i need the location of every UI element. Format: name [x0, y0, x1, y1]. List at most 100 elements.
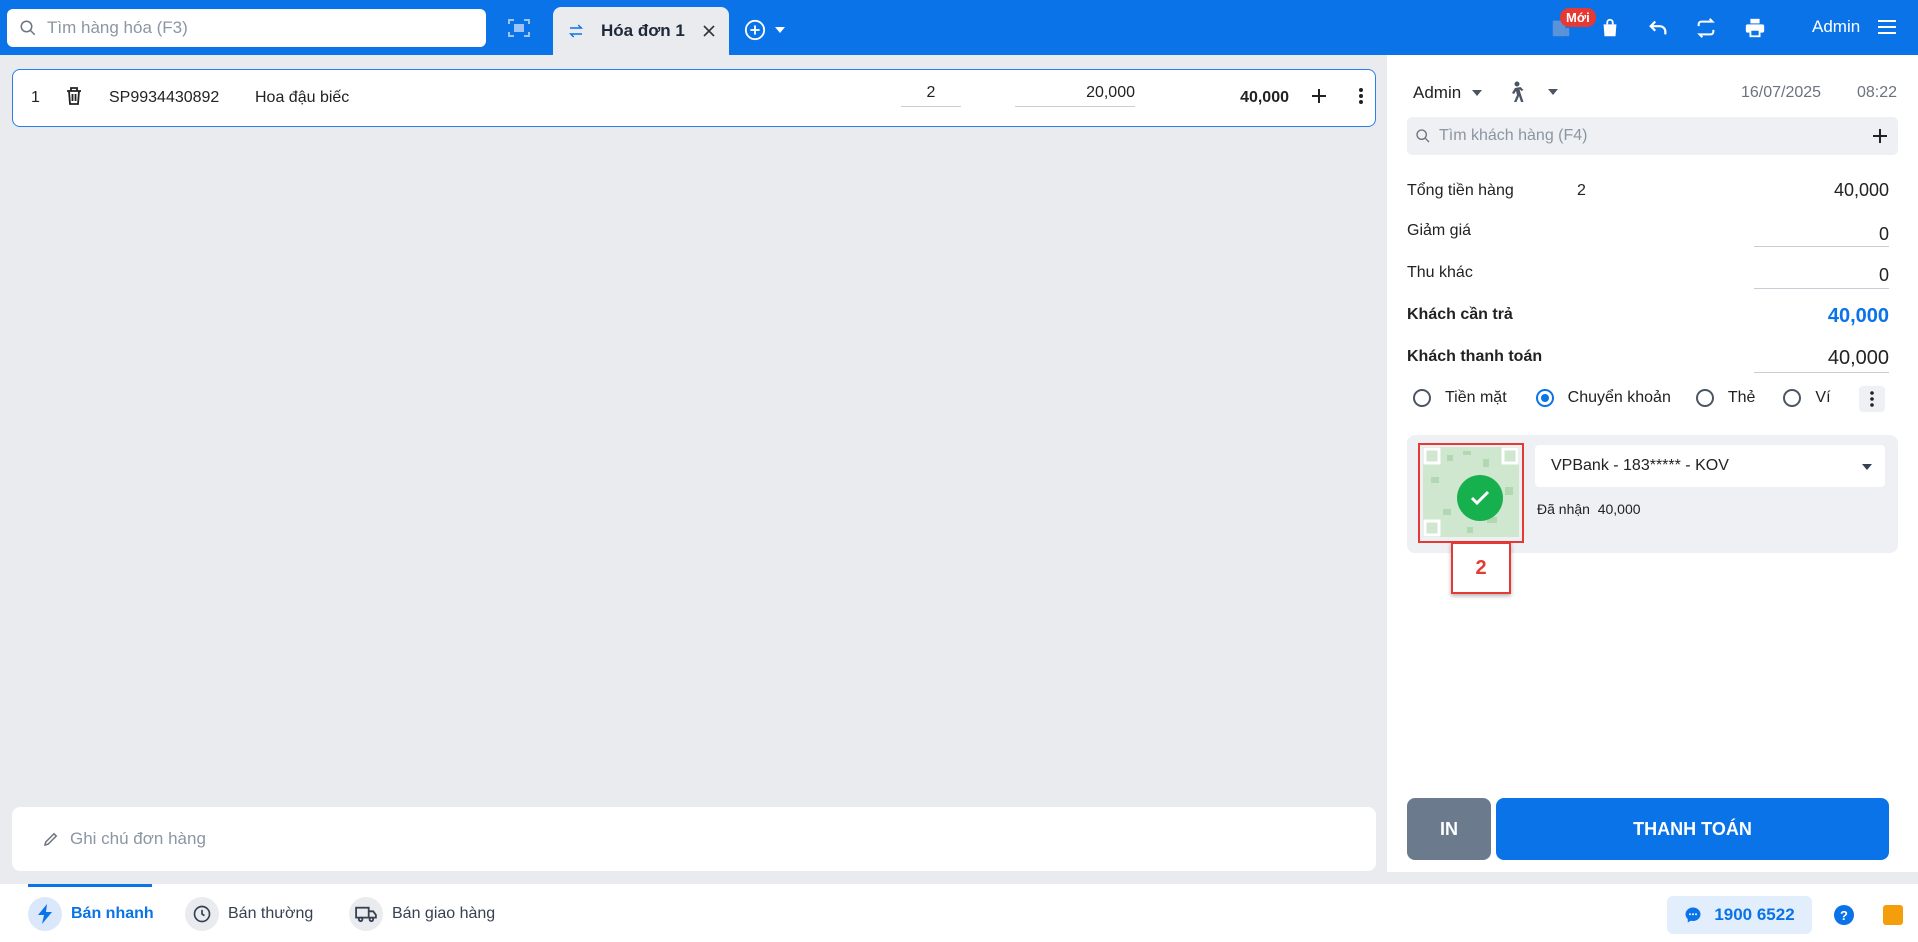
top-bar: Hóa đơn 1 Mới Admin	[0, 0, 1918, 55]
hamburger-icon	[1878, 20, 1896, 34]
received-value: 40,000	[1597, 501, 1641, 517]
nav-quick-sale[interactable]: Bán nhanh	[28, 897, 154, 931]
more-vertical-icon[interactable]	[1351, 86, 1371, 106]
customer-search[interactable]	[1407, 117, 1898, 155]
method-card-label[interactable]: Thẻ	[1728, 389, 1756, 407]
bank-account-label: VPBank - 183***** - KOV	[1551, 457, 1729, 474]
subtotal-qty: 2	[1577, 182, 1586, 199]
caret-down-icon	[1548, 89, 1558, 95]
swap-icon	[568, 24, 584, 38]
seller-select[interactable]: Admin	[1413, 83, 1483, 103]
feedback-icon[interactable]	[1883, 905, 1903, 925]
hotline-number: 1900 6522	[1714, 905, 1795, 924]
main-menu-button[interactable]	[1877, 18, 1897, 41]
product-name: Hoa đậu biếc	[255, 89, 350, 106]
print-invoice-button[interactable]: IN	[1407, 798, 1491, 860]
checkout-button[interactable]: THANH TOÁN	[1496, 798, 1889, 860]
checkout-panel: Admin 16/07/2025 08:22 Tổng tiền hàng 2 …	[1387, 55, 1918, 872]
qr-highlight-frame	[1418, 443, 1524, 543]
nav-quick-sale-label: Bán nhanh	[71, 905, 154, 922]
method-transfer-label[interactable]: Chuyển khoản	[1568, 389, 1671, 407]
radio-card[interactable]	[1695, 389, 1714, 407]
method-cash-label[interactable]: Tiền mặt	[1445, 389, 1507, 407]
barcode-scan-icon	[508, 19, 530, 37]
bank-account-select[interactable]: VPBank - 183***** - KOV	[1535, 445, 1885, 487]
search-icon	[20, 20, 36, 36]
plus-icon[interactable]	[1309, 86, 1329, 106]
other-fees-input[interactable]: 0	[1879, 265, 1889, 286]
line-index: 1	[31, 89, 40, 106]
clock-icon	[193, 905, 211, 923]
print-button[interactable]	[1739, 0, 1771, 55]
line-total: 40,000	[1240, 89, 1289, 106]
nav-normal-sale[interactable]: Bán thường	[185, 897, 313, 931]
walking-person-icon	[1512, 81, 1524, 102]
caret-down-icon	[1862, 464, 1872, 470]
subtotal-value: 40,000	[1833, 180, 1889, 200]
add-customer-icon[interactable]	[1870, 126, 1890, 146]
chat-bubble-icon	[1685, 907, 1701, 923]
discount-input[interactable]: 0	[1879, 224, 1889, 245]
customer-paid-underline	[1754, 372, 1889, 373]
payment-methods: Tiền mặt Chuyển khoản Thẻ Ví	[1413, 389, 1831, 407]
close-icon[interactable]	[701, 23, 717, 39]
printer-icon	[1745, 18, 1765, 37]
radio-wallet[interactable]	[1783, 389, 1802, 407]
pencil-icon	[43, 832, 58, 847]
new-badge: Mới	[1560, 8, 1596, 27]
order-note-placeholder: Ghi chú đơn hàng	[70, 829, 206, 848]
orders-button[interactable]	[1595, 0, 1625, 55]
received-amount: Đã nhận 40,000	[1537, 501, 1641, 517]
radio-transfer[interactable]	[1535, 389, 1554, 407]
hotline-button[interactable]: 1900 6522	[1667, 896, 1812, 934]
more-payment-options[interactable]	[1859, 386, 1885, 412]
plus-circle-icon	[744, 19, 766, 41]
add-tab-button[interactable]	[744, 19, 786, 41]
help-icon[interactable]: ?	[1834, 905, 1854, 925]
radio-cash[interactable]	[1413, 389, 1431, 407]
user-name[interactable]: Admin	[1812, 17, 1860, 37]
barcode-scan-button[interactable]	[504, 15, 534, 41]
sync-icon	[1697, 17, 1715, 38]
method-wallet-label[interactable]: Ví	[1815, 389, 1830, 407]
quantity-input[interactable]: 2	[901, 84, 961, 107]
price-input[interactable]: 20,000	[1015, 84, 1135, 107]
received-label: Đã nhận	[1537, 501, 1590, 517]
invoice-date[interactable]: 16/07/2025	[1741, 84, 1821, 102]
seller-name: Admin	[1413, 83, 1462, 102]
delivery-sale-icon-wrap	[349, 897, 383, 931]
discount-label: Giảm giá	[1407, 222, 1472, 239]
truck-icon	[355, 906, 377, 923]
caret-down-icon	[1472, 90, 1483, 96]
bank-transfer-box: VPBank - 183***** - KOV Đã nhận 40,000	[1407, 435, 1898, 553]
discount-underline	[1754, 246, 1889, 247]
tab-invoice-1[interactable]: Hóa đơn 1	[553, 7, 729, 55]
invoice-time[interactable]: 08:22	[1857, 84, 1897, 102]
customer-search-input[interactable]	[1439, 127, 1859, 145]
nav-delivery-sale[interactable]: Bán giao hàng	[349, 897, 495, 931]
sync-button[interactable]	[1690, 0, 1722, 55]
order-note[interactable]: Ghi chú đơn hàng	[12, 807, 1376, 871]
search-icon	[1416, 129, 1430, 143]
other-fees-label: Thu khác	[1407, 264, 1473, 281]
product-search[interactable]	[7, 9, 486, 47]
nav-delivery-sale-label: Bán giao hàng	[392, 905, 496, 922]
other-fees-underline	[1754, 288, 1889, 289]
caret-down-icon	[775, 27, 785, 33]
amount-due-value: 40,000	[1827, 305, 1889, 327]
return-button[interactable]	[1642, 0, 1674, 55]
product-search-input[interactable]	[47, 18, 467, 38]
bottom-bar: Bán nhanh Bán thường Bán giao hàng 1900 …	[0, 884, 1918, 942]
undo-icon	[1649, 20, 1667, 34]
customer-paid-input[interactable]: 40,000	[1828, 347, 1889, 370]
order-line[interactable]: 1 SP9934430892 Hoa đậu biếc 2 20,000 40,…	[12, 69, 1376, 127]
tab-title: Hóa đơn 1	[601, 21, 685, 40]
active-indicator	[28, 884, 152, 887]
sales-channel-select[interactable]	[1507, 81, 1559, 103]
quick-sale-icon-wrap	[28, 897, 62, 931]
customer-paid-label: Khách thanh toán	[1407, 348, 1543, 365]
normal-sale-icon-wrap	[185, 897, 219, 931]
trash-icon[interactable]	[65, 86, 83, 106]
step-callout: 2	[1451, 542, 1511, 594]
more-vertical-icon	[1870, 391, 1874, 407]
